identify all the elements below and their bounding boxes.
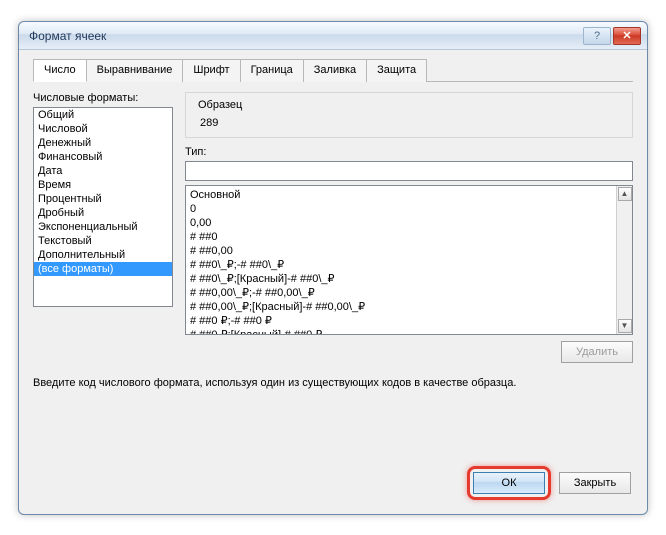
list-item[interactable]: Время bbox=[34, 178, 172, 192]
type-label: Тип: bbox=[185, 146, 633, 158]
ok-button[interactable]: ОК bbox=[473, 472, 545, 494]
sample-value: 289 bbox=[194, 117, 624, 129]
sample-group: Образец 289 bbox=[185, 92, 633, 138]
list-item[interactable]: Числовой bbox=[34, 122, 172, 136]
list-item[interactable]: Экспоненциальный bbox=[34, 220, 172, 234]
client-area: ЧислоВыравниваниеШрифтГраницаЗаливкаЗащи… bbox=[19, 50, 647, 514]
list-item[interactable]: # ##0,00\_₽;[Красный]-# ##0,00\_₽ bbox=[190, 300, 612, 314]
list-item[interactable]: Процентный bbox=[34, 192, 172, 206]
tab-strip: ЧислоВыравниваниеШрифтГраницаЗаливкаЗащи… bbox=[33, 58, 633, 82]
list-item[interactable]: (все форматы) bbox=[34, 262, 172, 276]
dialog-window: Формат ячеек ? ✕ ЧислоВыравниваниеШрифтГ… bbox=[18, 21, 648, 515]
help-button[interactable]: ? bbox=[583, 27, 611, 45]
scroll-track[interactable] bbox=[618, 202, 632, 318]
tab-защита[interactable]: Защита bbox=[366, 59, 427, 82]
tab-выравнивание[interactable]: Выравнивание bbox=[86, 59, 184, 82]
formats-listbox[interactable]: ОбщийЧисловойДенежныйФинансовыйДатаВремя… bbox=[33, 107, 173, 307]
list-item[interactable]: Основной bbox=[190, 188, 612, 202]
list-item[interactable]: Дробный bbox=[34, 206, 172, 220]
window-title: Формат ячеек bbox=[29, 29, 583, 43]
tab-заливка[interactable]: Заливка bbox=[303, 59, 367, 82]
scrollbar[interactable]: ▲ ▼ bbox=[616, 186, 632, 334]
tab-граница[interactable]: Граница bbox=[240, 59, 304, 82]
tab-число[interactable]: Число bbox=[33, 59, 87, 82]
close-icon: ✕ bbox=[622, 29, 631, 42]
list-item[interactable]: Финансовый bbox=[34, 150, 172, 164]
delete-button[interactable]: Удалить bbox=[561, 341, 633, 363]
sample-label: Образец bbox=[194, 99, 246, 111]
list-item[interactable]: Денежный bbox=[34, 136, 172, 150]
list-item[interactable]: # ##0 bbox=[190, 230, 612, 244]
dialog-footer: ОК Закрыть bbox=[33, 460, 633, 502]
window-buttons: ? ✕ bbox=[583, 27, 641, 45]
formats-label: Числовые форматы: bbox=[33, 92, 173, 104]
list-item[interactable]: # ##0,00 bbox=[190, 244, 612, 258]
list-item[interactable]: # ##0\_₽;[Красный]-# ##0\_₽ bbox=[190, 272, 612, 286]
list-item[interactable]: Текстовый bbox=[34, 234, 172, 248]
list-item[interactable]: # ##0,00\_₽;-# ##0,00\_₽ bbox=[190, 286, 612, 300]
close-button[interactable]: Закрыть bbox=[559, 472, 631, 494]
ok-highlight: ОК bbox=[467, 466, 551, 500]
list-item[interactable]: # ##0 ₽;-# ##0 ₽ bbox=[190, 314, 612, 328]
tab-шрифт[interactable]: Шрифт bbox=[182, 59, 240, 82]
list-item[interactable]: # ##0 ₽;[Красный]-# ##0 ₽ bbox=[190, 328, 612, 334]
window-close-button[interactable]: ✕ bbox=[613, 27, 641, 45]
list-item[interactable]: 0 bbox=[190, 202, 612, 216]
list-item[interactable]: Дата bbox=[34, 164, 172, 178]
scroll-down-button[interactable]: ▼ bbox=[618, 319, 632, 333]
list-item[interactable]: 0,00 bbox=[190, 216, 612, 230]
type-input[interactable] bbox=[185, 161, 633, 181]
scroll-up-button[interactable]: ▲ bbox=[618, 187, 632, 201]
list-item[interactable]: Общий bbox=[34, 108, 172, 122]
list-item[interactable]: # ##0\_₽;-# ##0\_₽ bbox=[190, 258, 612, 272]
list-item[interactable]: Дополнительный bbox=[34, 248, 172, 262]
titlebar[interactable]: Формат ячеек ? ✕ bbox=[19, 22, 647, 50]
hint-text: Введите код числового формата, используя… bbox=[33, 377, 633, 389]
codes-listbox[interactable]: Основной00,00# ##0# ##0,00# ##0\_₽;-# ##… bbox=[185, 185, 633, 335]
help-icon: ? bbox=[594, 30, 600, 42]
